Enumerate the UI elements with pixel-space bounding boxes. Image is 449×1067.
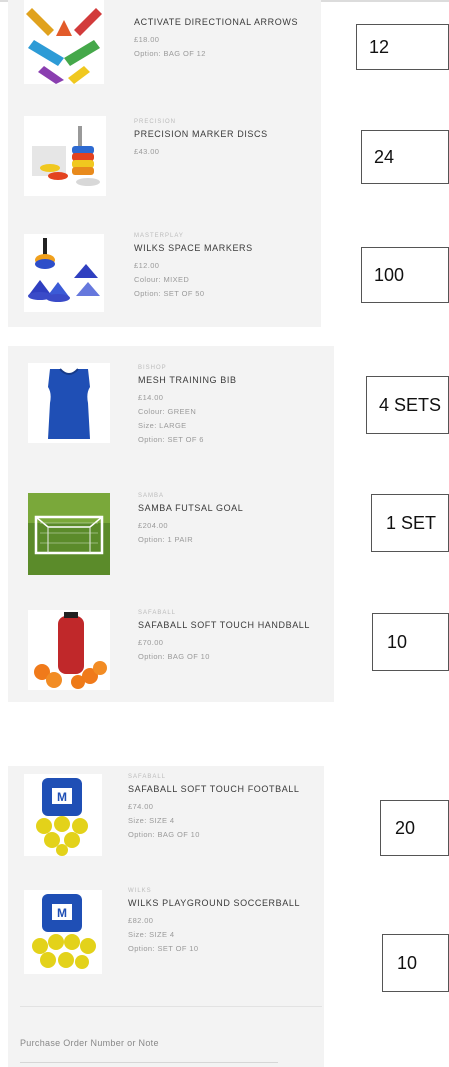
item-price: £12.00 bbox=[134, 261, 160, 270]
item-size: Size: SIZE 4 bbox=[128, 816, 175, 825]
item-price: £18.00 bbox=[134, 35, 160, 44]
item-size: Size: LARGE bbox=[138, 421, 187, 430]
item-name: SAFABALL SOFT TOUCH FOOTBALL bbox=[128, 784, 300, 794]
quantity-note-6: 10 bbox=[372, 613, 449, 671]
item-price: £14.00 bbox=[138, 393, 164, 402]
soccerball-bag-image: M bbox=[24, 890, 102, 974]
svg-text:M: M bbox=[57, 790, 67, 804]
item-size: Size: SIZE 4 bbox=[128, 930, 175, 939]
quantity-note-1: 12 bbox=[356, 24, 449, 70]
item-name: SAFABALL SOFT TOUCH HANDBALL bbox=[138, 620, 311, 630]
quantity-note-7: 20 bbox=[380, 800, 449, 856]
item-brand: PRECISION bbox=[134, 119, 177, 125]
marker-discs-image bbox=[24, 116, 106, 196]
item-option: Option: SET OF 50 bbox=[134, 289, 205, 298]
directional-arrows-image bbox=[24, 0, 104, 84]
item-option: Option: BAG OF 10 bbox=[128, 830, 200, 839]
item-colour: Colour: MIXED bbox=[134, 275, 190, 284]
item-colour: Colour: GREEN bbox=[138, 407, 197, 416]
item-name: WILKS SPACE MARKERS bbox=[134, 243, 253, 253]
item-brand: MASTERPLAY bbox=[134, 233, 184, 239]
quantity-note-2: 24 bbox=[361, 130, 449, 184]
quantity-note-4: 4 SETS bbox=[366, 376, 449, 434]
item-name: SAMBA FUTSAL GOAL bbox=[138, 503, 244, 513]
football-bag-image: M bbox=[24, 774, 102, 856]
item-price: £74.00 bbox=[128, 802, 154, 811]
item-option: Option: SET OF 10 bbox=[128, 944, 199, 953]
item-brand: WILKS bbox=[128, 888, 152, 894]
item-name: MESH TRAINING BIB bbox=[138, 375, 237, 385]
po-number-input[interactable] bbox=[20, 1062, 278, 1063]
futsal-goal-image bbox=[28, 493, 110, 575]
quantity-note-8: 10 bbox=[382, 934, 449, 992]
item-price: £204.00 bbox=[138, 521, 168, 530]
item-price: £70.00 bbox=[138, 638, 164, 647]
item-name: PRECISION MARKER DISCS bbox=[134, 129, 268, 139]
handball-bag-image bbox=[28, 610, 110, 690]
item-option: Option: SET OF 6 bbox=[138, 435, 204, 444]
svg-text:M: M bbox=[57, 906, 67, 920]
quantity-note-5: 1 SET bbox=[371, 494, 449, 552]
item-brand: BISHOP bbox=[138, 365, 167, 371]
quantity-note-3: 100 bbox=[361, 247, 449, 303]
item-option: Option: 1 PAIR bbox=[138, 535, 194, 544]
item-brand: SAFABALL bbox=[128, 774, 167, 780]
item-brand: SAMBA bbox=[138, 493, 165, 499]
item-option: Option: BAG OF 10 bbox=[138, 652, 210, 661]
item-price: £43.00 bbox=[134, 147, 160, 156]
divider bbox=[20, 1006, 322, 1007]
item-name: ACTIVATE DIRECTIONAL ARROWS bbox=[134, 17, 299, 27]
item-name: WILKS PLAYGROUND SOCCERBALL bbox=[128, 898, 301, 908]
po-number-label: Purchase Order Number or Note bbox=[20, 1038, 159, 1048]
item-brand: SAFABALL bbox=[138, 610, 177, 616]
item-option: Option: BAG OF 12 bbox=[134, 49, 206, 58]
item-price: £82.00 bbox=[128, 916, 154, 925]
training-bib-image bbox=[28, 363, 110, 443]
space-markers-image bbox=[24, 234, 104, 312]
